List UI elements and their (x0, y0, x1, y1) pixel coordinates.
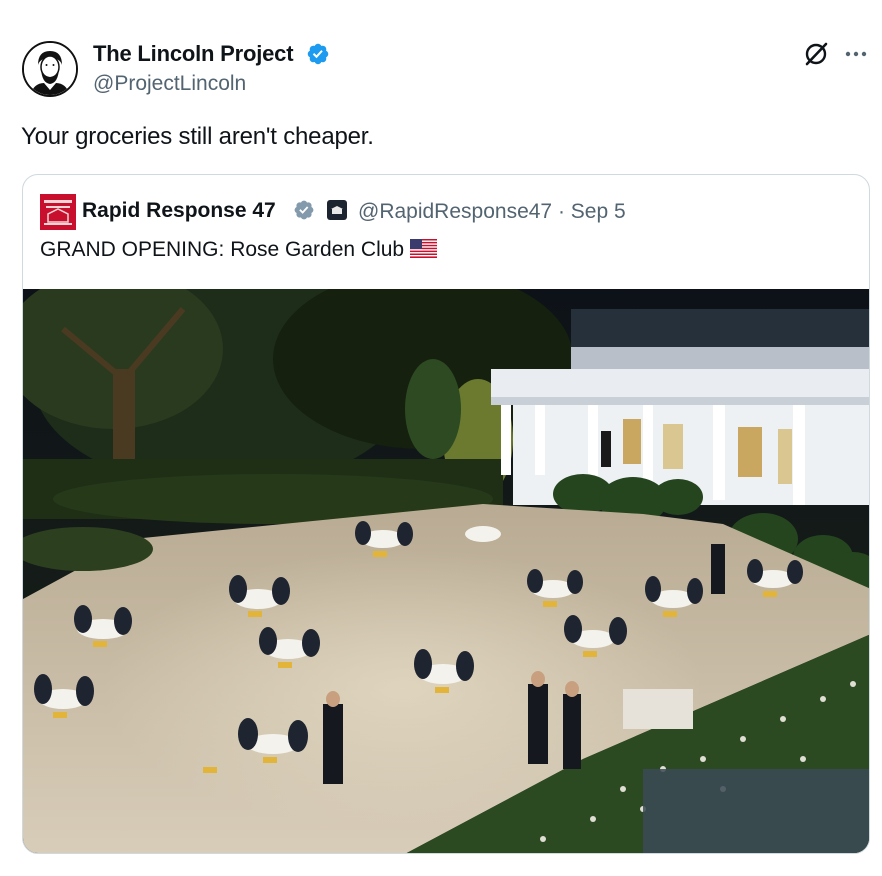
more-options-icon[interactable] (843, 44, 869, 64)
rapid-response-avatar[interactable] (40, 194, 76, 230)
white-house-badge-icon[interactable] (327, 200, 347, 220)
verified-badge-icon[interactable] (306, 42, 330, 66)
quoted-text: GRAND OPENING: Rose Garden Club (40, 238, 438, 262)
quoted-text-body: GRAND OPENING: Rose Garden Club (40, 238, 405, 261)
quoted-handle-and-date[interactable]: @RapidResponse47 · Sep 5 (358, 200, 626, 224)
government-verified-badge-icon[interactable] (293, 199, 315, 221)
us-flag-icon (410, 239, 438, 258)
quoted-author-name[interactable]: Rapid Response 47 (82, 199, 276, 223)
quoted-post[interactable]: Rapid Response 47 @RapidResponse47 · Sep… (22, 174, 870, 854)
grok-icon[interactable] (802, 40, 830, 68)
author-avatar[interactable] (22, 41, 78, 97)
rose-garden-photo[interactable] (23, 289, 870, 854)
lincoln-portrait-icon (24, 43, 76, 95)
author-handle[interactable]: @ProjectLincoln (93, 72, 246, 96)
tweet-text: Your groceries still aren't cheaper. (21, 123, 374, 150)
author-name[interactable]: The Lincoln Project (93, 41, 294, 67)
rapid-response-logo-icon (40, 194, 76, 230)
white-house-glyph-icon (331, 206, 343, 214)
